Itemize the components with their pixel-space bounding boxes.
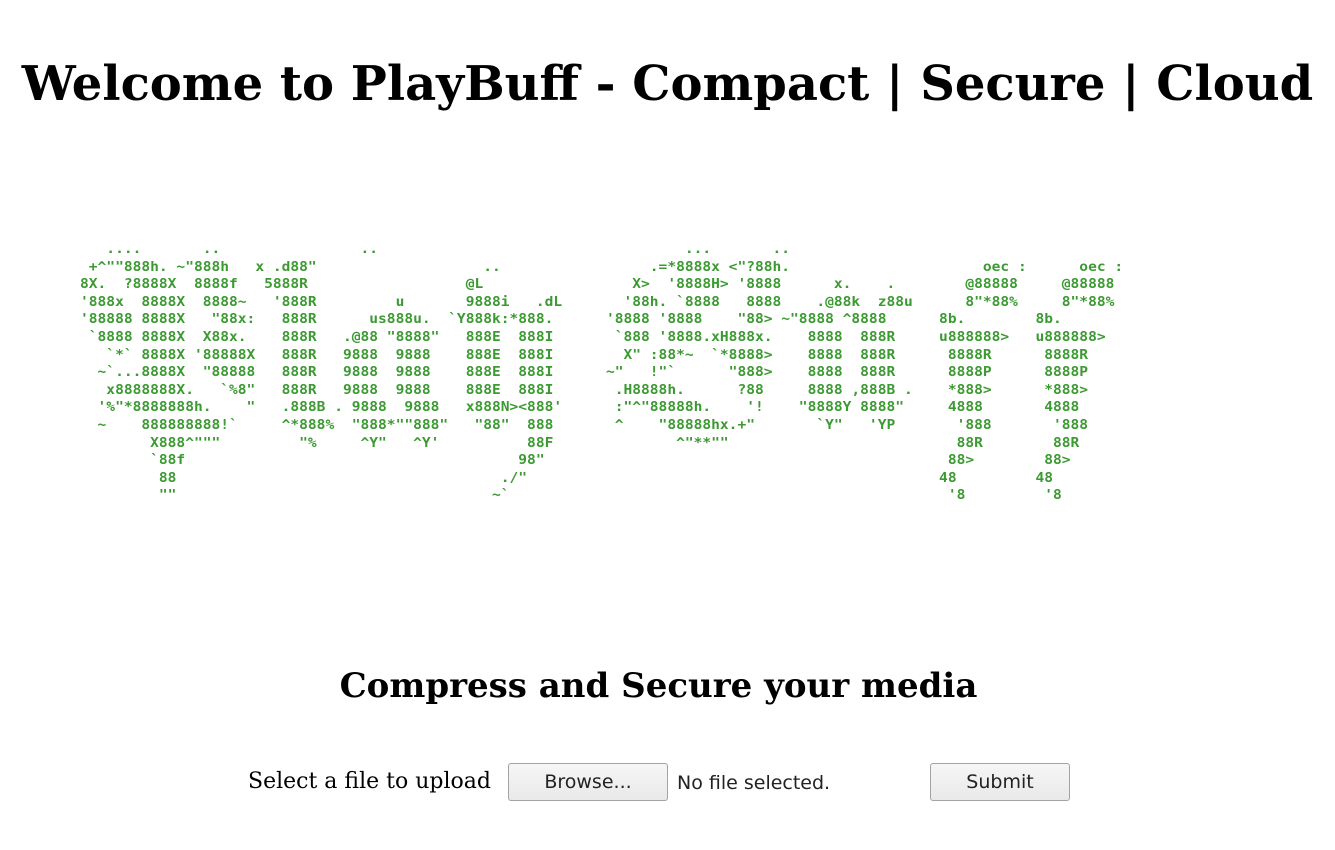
page-title: Welcome to PlayBuff - Compact | Secure |… [21,56,1314,112]
browse-button[interactable]: Browse... [508,763,668,801]
upload-label: Select a file to upload [248,769,491,794]
submit-button[interactable]: Submit [930,763,1070,801]
playbuff-ascii-logo: .... .. .. ... .. +^""888h. ~"888h x .d8… [80,242,1124,504]
upload-form: Select a file to upload Browse... No fil… [0,760,1335,804]
file-status-text: No file selected. [677,772,831,794]
page-subtitle: Compress and Secure your media [339,666,978,706]
